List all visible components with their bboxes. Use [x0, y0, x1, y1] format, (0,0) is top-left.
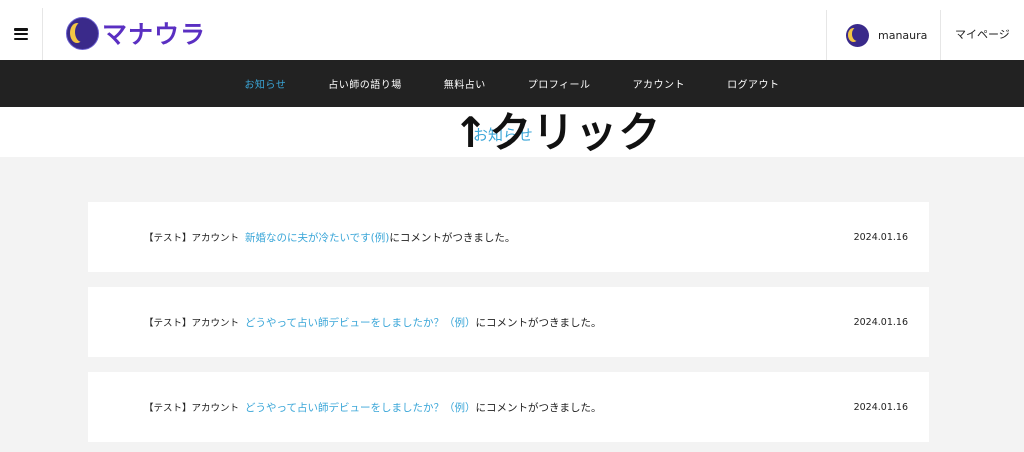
nav-item-forum[interactable]: 占い師の語り場 — [328, 76, 402, 91]
notice-card: 【テスト】アカウント 新婚なのに夫が冷たいです(例)にコメントがつきました。 2… — [88, 202, 929, 272]
logo-moon-icon — [66, 16, 99, 50]
notice-suffix: にコメントがつきました。 — [475, 316, 602, 329]
notice-sender: 【テスト】アカウント — [144, 403, 240, 414]
nav-item-account[interactable]: アカウント — [633, 76, 686, 91]
notice-post-title[interactable]: どうやって占い師デビューをしましたか？（例） — [245, 402, 475, 414]
nav-item-free-fortune[interactable]: 無料占い — [444, 76, 486, 91]
menu-button[interactable] — [0, 8, 43, 60]
notice-date: 2024.01.16 — [853, 401, 908, 413]
site-logo[interactable]: マナウラ — [66, 16, 206, 50]
username: manaura — [878, 28, 928, 42]
notice-suffix: にコメントがつきました。 — [389, 231, 516, 244]
site-header: マナウラ manaura マイページ — [0, 0, 1024, 60]
logo-text: マナウラ — [102, 20, 207, 49]
notice-card: 【テスト】アカウント どうやって占い師デビューをしましたか？（例）にコメントがつ… — [88, 372, 929, 442]
nav-item-profile[interactable]: プロフィール — [528, 76, 591, 91]
main-nav: お知らせ 占い師の語り場 無料占い プロフィール アカウント ログアウト — [0, 60, 1024, 107]
notice-card: 【テスト】アカウント どうやって占い師デビューをしましたか？（例）にコメントがつ… — [88, 287, 929, 357]
notice-sender: 【テスト】アカウント — [144, 318, 240, 329]
notice-date: 2024.01.16 — [853, 316, 908, 328]
notice-post-title[interactable]: どうやって占い師デビューをしましたか？（例） — [245, 317, 475, 329]
notice-link[interactable]: 新婚なのに夫が冷たいです(例)にコメントがつきました。 — [245, 230, 515, 245]
notice-date: 2024.01.16 — [853, 231, 908, 243]
avatar — [846, 23, 869, 47]
user-menu[interactable]: manaura — [826, 10, 941, 60]
notice-post-title[interactable]: 新婚なのに夫が冷たいです(例) — [245, 232, 389, 244]
notice-link[interactable]: どうやって占い師デビューをしましたか？（例）にコメントがつきました。 — [245, 315, 601, 330]
nav-item-logout[interactable]: ログアウト — [727, 76, 780, 91]
notice-sender: 【テスト】アカウント — [144, 233, 240, 244]
notice-link[interactable]: どうやって占い師デビューをしましたか？（例）にコメントがつきました。 — [245, 400, 601, 415]
hamburger-icon — [14, 28, 28, 40]
mypage-link[interactable]: マイページ — [955, 26, 1010, 42]
nav-item-news[interactable]: お知らせ — [244, 76, 286, 91]
notice-suffix: にコメントがつきました。 — [475, 401, 602, 414]
click-annotation: ↑クリック — [453, 108, 662, 157]
